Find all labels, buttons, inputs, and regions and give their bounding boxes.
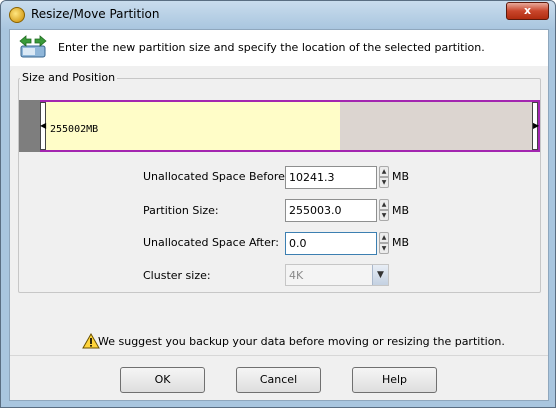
backup-warning-text: We suggest you backup your data before m… [98,335,505,348]
partition-size-input[interactable]: 255003.0 [285,199,377,222]
right-arrow-icon: ▶ [533,121,540,130]
before-unit: MB [392,170,410,183]
size-label: Partition Size: [143,204,219,217]
before-label: Unallocated Space Before: [143,170,289,183]
chevron-down-icon[interactable]: ▼ [372,265,388,285]
after-unit: MB [392,236,410,249]
resize-partition-icon [19,35,47,58]
before-input[interactable]: 10241.3 [285,166,377,189]
group-label: Size and Position [20,71,118,84]
unallocated-before-block [19,100,40,152]
instruction-text: Enter the new partition size and specify… [58,41,485,54]
spin-up-icon[interactable]: ▲ [379,232,389,243]
dialog-body: Enter the new partition size and specify… [9,29,549,401]
cancel-button[interactable]: Cancel [236,367,321,393]
partition-map[interactable]: 255002MB ◀ ▶ [19,100,540,152]
after-stepper[interactable]: ▲ ▼ [379,232,389,255]
title-bar[interactable]: Resize/Move Partition x [1,1,555,29]
dialog-header: Enter the new partition size and specify… [10,30,548,66]
spin-down-icon[interactable]: ▼ [379,243,389,254]
left-arrow-icon: ◀ [40,121,47,130]
after-label: Unallocated Space After: [143,236,279,249]
size-stepper[interactable]: ▲ ▼ [379,199,389,222]
ok-button[interactable]: OK [120,367,205,393]
spin-up-icon[interactable]: ▲ [379,166,389,177]
right-resize-handle[interactable]: ▶ [532,102,540,150]
spin-up-icon[interactable]: ▲ [379,199,389,210]
cluster-label: Cluster size: [143,269,211,282]
app-icon [9,7,25,23]
help-button[interactable]: Help [352,367,437,393]
left-resize-handle[interactable]: ◀ [40,102,46,150]
after-input[interactable]: 0.0 [285,232,377,255]
window-title: Resize/Move Partition [31,7,160,21]
spin-down-icon[interactable]: ▼ [379,177,389,188]
resize-move-dialog: Resize/Move Partition x Enter the new pa… [0,0,556,408]
before-stepper[interactable]: ▲ ▼ [379,166,389,189]
close-button[interactable]: x [506,2,549,20]
footer-divider [10,355,548,356]
size-unit: MB [392,204,410,217]
spin-down-icon[interactable]: ▼ [379,210,389,221]
partition-size-label: 255002MB [50,124,99,135]
partition-block[interactable]: 255002MB ◀ ▶ [40,100,540,152]
